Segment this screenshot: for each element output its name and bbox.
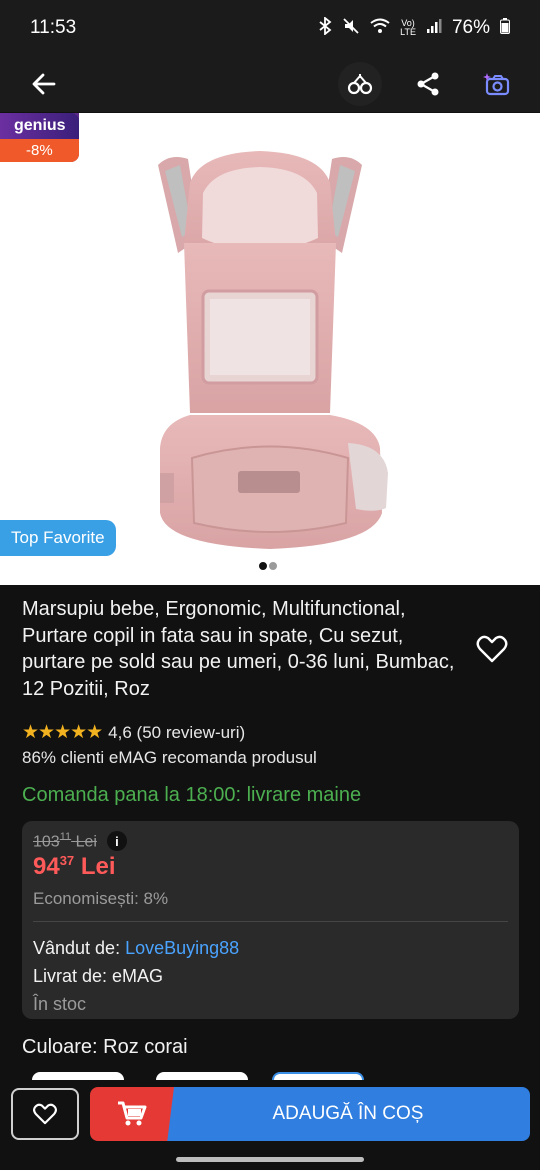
back-button[interactable] [22,62,66,106]
status-bar: 11:53 Vo) LTE 76% [0,0,540,56]
genius-badge: genius -8% [0,113,79,162]
share-button[interactable] [406,62,450,106]
product-image [158,151,388,549]
image-search-icon [483,73,510,96]
current-price: 9437 Lei [33,853,116,881]
recommend-text: 86% clienti eMAG recomanda produsul [22,748,317,767]
heart-icon [33,1103,57,1125]
color-label: Culoare: Roz corai [22,1036,188,1058]
rating-text: 4,6 (50 review-uri) [108,722,246,742]
cart-icon [118,1101,147,1126]
info-icon[interactable]: i [106,831,127,852]
heart-icon [476,635,508,663]
battery-icon [500,17,510,39]
delivery-text: Comanda pana la 18:00: livrare maine [22,784,362,806]
discount-badge: -8% [0,139,79,162]
price-card: 10311 Lei i 9437 Lei Economisești: 8% Vâ… [22,821,519,1019]
add-to-cart-button[interactable]: ADAUGĂ ÎN COȘ [90,1087,530,1141]
genius-label: genius [0,113,79,139]
seller-line: Vândut de: LoveBuying88 [33,938,240,959]
share-icon [417,72,439,96]
seller-link[interactable]: LoveBuying88 [125,938,239,958]
home-indicator[interactable] [176,1157,364,1162]
delivered-by: Livrat de: eMAG [33,966,164,987]
cart-icon-zone [90,1087,174,1141]
product-gallery[interactable]: genius -8% Top Favorite [0,113,540,585]
status-time: 11:53 [30,17,77,38]
battery-text: 76% [451,17,490,38]
app-bar [0,56,540,112]
signal-icon [426,18,442,39]
star-rating-icon: ★★★★★ [22,722,103,743]
product-title: Marsupiu bebe, Ergonomic, Multifunctiona… [22,598,455,700]
top-favorite-badge: Top Favorite [0,520,116,556]
compare-icon [347,74,373,95]
bottom-action-bar: ADAUGĂ ÎN COȘ [0,1082,540,1148]
divider [33,921,508,923]
color-swatches [0,1072,540,1082]
volte-icon: Vo) LTE [400,18,416,37]
status-icons: Vo) LTE 76% [318,15,510,40]
image-search-button[interactable] [474,62,518,106]
stock-status: În stoc [33,994,87,1015]
color-swatch[interactable] [156,1072,248,1080]
add-to-cart-label: ADAUGĂ ÎN COȘ [166,1087,530,1141]
wishlist-bottom-button[interactable] [11,1088,79,1140]
color-swatch-selected[interactable] [272,1072,364,1080]
bluetooth-icon [318,15,332,40]
back-arrow-icon [32,73,56,95]
old-price: 10311 Lei i [33,831,508,852]
wishlist-button[interactable] [475,632,509,666]
gallery-pagination[interactable] [257,560,279,572]
savings-text: Economisești: 8% [33,889,169,909]
color-swatch[interactable] [32,1072,124,1080]
mute-icon [342,17,360,40]
compare-button[interactable] [338,62,382,106]
rating-row[interactable]: ★★★★★ 4,6 (50 review-uri) [22,721,245,744]
wifi-icon [370,18,390,39]
gallery-dot[interactable] [267,560,279,572]
